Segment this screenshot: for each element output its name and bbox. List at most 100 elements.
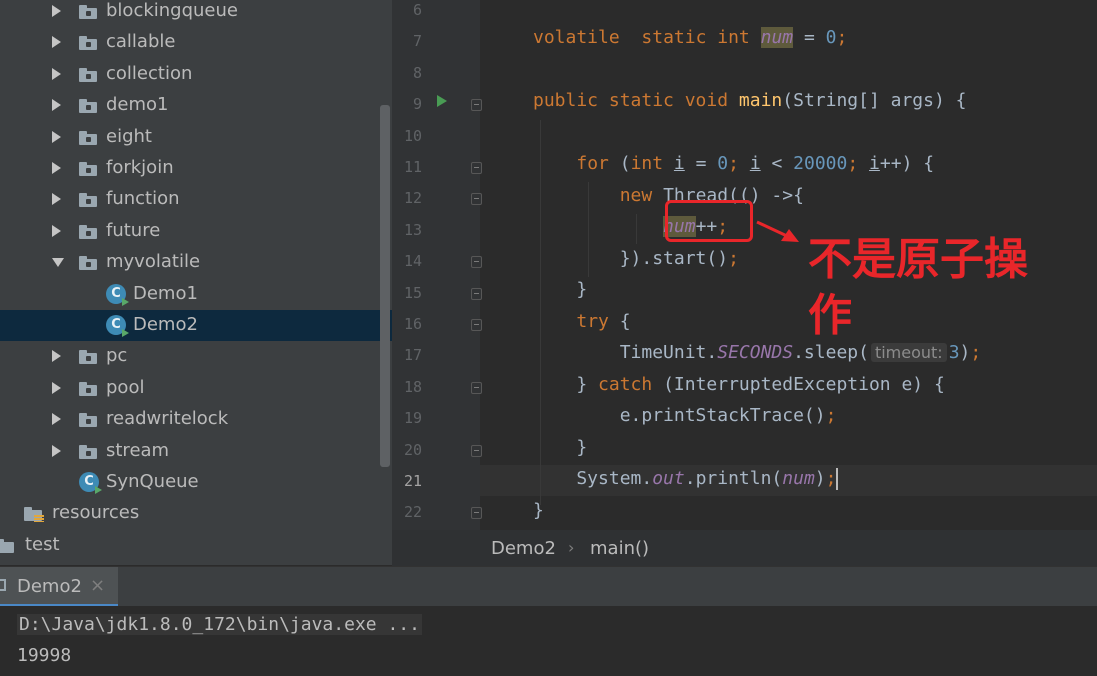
line-number[interactable]: 21 [392,472,422,490]
fold-marker-icon[interactable] [471,287,482,300]
code-line-16[interactable]: try { [533,311,630,332]
package-folder-icon [79,130,97,145]
chevron-right-icon[interactable] [52,67,61,80]
chevron-right-icon[interactable] [52,162,61,174]
fold-marker-icon[interactable] [471,444,482,457]
package-folder-icon [79,256,97,271]
chevron-right-icon[interactable] [52,350,61,363]
text-caret [836,468,839,490]
tree-item[interactable]: eight [0,122,392,153]
run-tab-demo2[interactable]: Demo2 × [0,567,118,607]
line-number[interactable]: 16 [392,315,422,333]
code-line-21[interactable]: System.out.println(num); [533,468,839,490]
fold-marker-icon[interactable] [471,256,482,269]
chevron-right-icon[interactable] [52,5,61,17]
chevron-right-icon[interactable] [52,224,61,237]
project-tree: blockingqueue callable collection demo1 eigh… [0,0,392,565]
line-number[interactable]: 11 [392,158,422,176]
line-number[interactable]: 14 [392,252,422,270]
line-number[interactable]: 12 [392,189,422,207]
chevron-right-icon[interactable] [52,413,61,426]
code-line-19[interactable]: e.printStackTrace(); [533,405,837,426]
line-number[interactable]: 22 [392,503,422,521]
line-number[interactable]: 9 [392,95,422,113]
code-line-14[interactable]: }).start(); [533,248,739,269]
close-icon[interactable]: × [90,575,105,596]
tree-item-label: resources [52,502,140,524]
tree-item-label: test [25,533,60,555]
tree-item[interactable]: blockingqueue [0,0,392,27]
java-class-icon: C [106,283,129,306]
fold-marker-icon[interactable] [471,319,482,331]
tree-item[interactable]: collection [0,59,392,90]
chevron-right-icon[interactable] [52,381,61,394]
run-main-icon[interactable] [437,95,447,107]
code-line-9[interactable]: public static void main(String[] args) { [533,90,967,111]
chevron-down-icon[interactable] [52,258,64,268]
line-number[interactable]: 17 [392,346,422,364]
code-line-18[interactable]: } catch (InterruptedException e) { [533,374,944,395]
tree-item[interactable]: readwritelock [0,404,392,435]
package-folder-icon [79,413,97,428]
tree-item-label: readwritelock [106,408,229,430]
code-line-11[interactable]: for (int i = 0; i < 20000; i++) { [533,153,934,174]
breadcrumb-separator: › [568,538,575,557]
tree-item[interactable]: function [0,184,392,215]
tree-item[interactable]: stream [0,436,392,467]
chevron-right-icon[interactable] [52,36,61,49]
chevron-right-icon[interactable] [52,193,61,206]
tree-item[interactable]: resources [0,498,392,529]
tree-item[interactable]: myvolatile [0,247,392,278]
param-hint: timeout: [870,343,947,362]
console-output[interactable]: D:\Java\jdk1.8.0_172\bin\java.exe ... 19… [0,606,1097,676]
code-line-17[interactable]: TimeUnit.SECONDS.sleep(timeout: 3); [533,342,982,363]
tree-item[interactable]: pc [0,341,392,372]
tree-item[interactable]: C Demo2 [0,310,392,341]
line-number[interactable]: 7 [392,32,422,50]
line-number[interactable]: 15 [392,284,422,302]
chevron-right-icon[interactable] [52,99,61,112]
run-tab-label: Demo2 [17,576,82,597]
console-result-line: 19998 [17,645,72,666]
fold-marker-icon[interactable] [471,162,482,174]
fold-marker-icon[interactable] [471,381,482,394]
line-number[interactable]: 8 [392,64,422,82]
tree-item[interactable]: pool [0,373,392,404]
tree-scrollbar[interactable] [380,105,390,467]
breadcrumb: Demo2 › main() [392,530,1097,566]
console-command-line[interactable]: D:\Java\jdk1.8.0_172\bin\java.exe ... [17,614,422,635]
tree-item[interactable]: test [0,530,392,561]
chevron-right-icon[interactable] [52,444,61,457]
breadcrumb-class[interactable]: Demo2 [491,538,556,559]
breadcrumb-method[interactable]: main() [590,538,649,559]
package-folder-icon [79,444,97,459]
annotation-arrow-icon [756,220,799,242]
line-number[interactable]: 19 [392,409,422,427]
tree-item[interactable]: C Demo1 [0,279,392,310]
line-number[interactable]: 13 [392,221,422,239]
code-line-20[interactable]: } [533,437,587,458]
line-number[interactable]: 10 [392,127,422,145]
line-number[interactable]: 18 [392,378,422,396]
resources-folder-icon [24,507,44,523]
tree-item[interactable]: callable [0,27,392,58]
java-class-icon: C [106,315,129,337]
chevron-right-icon[interactable] [52,130,61,143]
tree-item[interactable]: future [0,216,392,247]
tree-item[interactable]: C SynQueue [0,467,392,498]
tree-item[interactable]: demo1 [0,90,392,121]
code-line-22[interactable]: } [533,500,544,521]
line-number[interactable]: 6 [392,1,422,19]
tree-item[interactable]: forkjoin [0,153,392,184]
tree-item-label: SynQueue [106,471,199,492]
fold-marker-icon[interactable] [471,193,482,206]
tree-item-label: forkjoin [106,157,174,178]
fold-marker-icon[interactable] [471,507,482,520]
fold-marker-icon[interactable] [471,99,482,112]
java-class-icon: C [79,472,102,494]
tree-item-label: eight [106,125,152,147]
code-line-15[interactable]: } [533,279,587,300]
tree-item-label: myvolatile [106,251,201,273]
line-number[interactable]: 20 [392,441,422,459]
code-line-7[interactable]: volatile static int num = 0; [533,27,847,48]
